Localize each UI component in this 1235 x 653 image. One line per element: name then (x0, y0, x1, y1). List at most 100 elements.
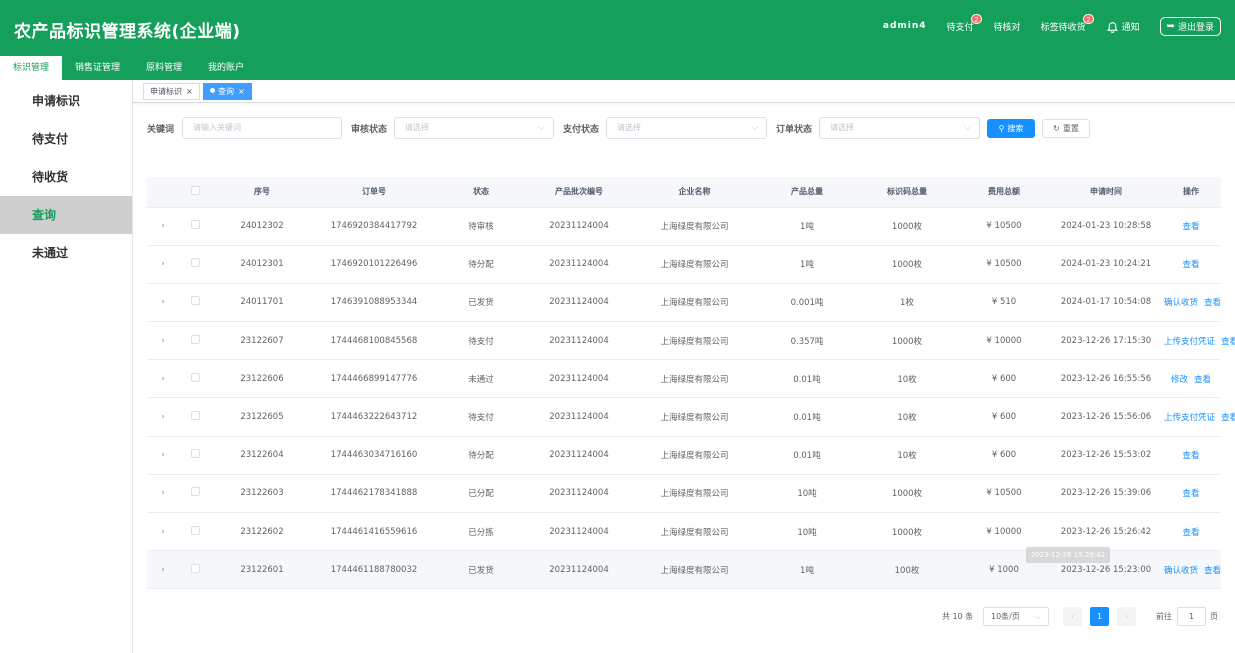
op-link[interactable]: 查看 (1182, 528, 1199, 538)
row-checkbox[interactable] (191, 449, 200, 459)
reset-button[interactable]: ↻ 重置 (1042, 119, 1090, 138)
op-link[interactable]: 查看 (1221, 337, 1235, 347)
menu-item-my-account[interactable]: 我的账户 (195, 56, 257, 80)
next-page-button[interactable]: › (1117, 607, 1136, 626)
sidebar-item-rejected[interactable]: 未通过 (0, 234, 132, 272)
expand-cell[interactable]: › (147, 512, 179, 552)
pay-status-label: 支付状态 (563, 124, 600, 135)
expand-cell[interactable]: › (147, 550, 179, 590)
expand-cell[interactable]: › (147, 436, 179, 475)
select-cell (179, 550, 212, 590)
row-checkbox[interactable] (191, 525, 200, 535)
op-link[interactable]: 查看 (1204, 298, 1221, 308)
cell-batch: 20231124004 (526, 359, 632, 399)
tag-apply[interactable]: 申请标识 × (143, 83, 200, 100)
op-link[interactable]: 确认收货 (1164, 298, 1198, 308)
menu-item-sales-cert[interactable]: 销售证管理 (62, 56, 133, 80)
sidebar-item-apply[interactable]: 申请标识 (0, 82, 132, 120)
row-checkbox[interactable] (191, 411, 200, 421)
cell-company: 上海绿度有限公司 (632, 321, 757, 361)
op-link[interactable]: 查看 (1182, 260, 1199, 270)
row-checkbox[interactable] (191, 258, 200, 268)
sidebar-item-pending-receipt[interactable]: 待收货 (0, 158, 132, 196)
table-row: › 23122606 1744466899147776 未通过 20231124004 上… (147, 359, 1221, 399)
op-link[interactable]: 查看 (1204, 566, 1221, 576)
op-link[interactable]: 修改 (1171, 375, 1188, 385)
cell-qty: 0.01吨 (757, 359, 857, 399)
notify-link[interactable]: 通知 (1106, 20, 1140, 33)
keyword-input[interactable]: 请输入关键词 (182, 117, 342, 139)
cell-company: 上海绿度有限公司 (632, 436, 757, 475)
select-all-checkbox[interactable] (191, 186, 200, 196)
table-row: › 23122604 1744463034716160 待分配 20231124004 上… (147, 436, 1221, 475)
sidebar-item-query[interactable]: 查询 (0, 196, 132, 234)
page-unit-label: 页 (1210, 612, 1218, 621)
op-link[interactable]: 上传支付凭证 (1164, 413, 1215, 423)
expand-cell[interactable]: › (147, 283, 179, 323)
cell-fee: ¥ 600 (957, 436, 1051, 475)
cell-no: 23122604 (212, 436, 312, 475)
logout-button[interactable]: ➥ 退出登录 (1159, 16, 1221, 36)
op-link[interactable]: 上传支付凭证 (1164, 337, 1215, 347)
row-checkbox[interactable] (191, 372, 200, 382)
search-button[interactable]: ⚲ 搜索 (987, 119, 1035, 138)
row-checkbox[interactable] (191, 220, 200, 230)
expand-cell[interactable]: › (147, 207, 179, 246)
op-link[interactable]: 查看 (1194, 375, 1211, 385)
cell-ops: 查看 (1161, 245, 1221, 284)
chevron-right-icon[interactable]: › (161, 488, 165, 498)
chevron-right-icon[interactable]: › (161, 336, 165, 346)
col-header-status: 状态 (436, 177, 526, 208)
expand-cell[interactable]: › (147, 359, 179, 399)
cell-ops: 查看 (1161, 207, 1221, 246)
cell-no: 23122603 (212, 474, 312, 514)
chevron-right-icon[interactable]: › (161, 412, 165, 422)
expand-cell[interactable]: › (147, 321, 179, 361)
menu-item-materials[interactable]: 原料管理 (133, 56, 195, 80)
goto-page-input[interactable]: 1 (1177, 607, 1206, 626)
review-status-select[interactable]: 请选择 ⌵ (394, 117, 554, 139)
cell-time: 2023-12-26 15:39:06 (1051, 474, 1161, 514)
menu-item-label-mgmt[interactable]: 标识管理 (0, 56, 63, 80)
chevron-right-icon[interactable]: › (161, 527, 165, 537)
chevron-right-icon[interactable]: › (161, 450, 165, 460)
prev-page-button[interactable]: ‹ (1063, 607, 1082, 626)
cell-batch: 20231124004 (526, 550, 632, 590)
close-icon[interactable]: × (186, 87, 193, 96)
pay-status-select[interactable]: 请选择 ⌵ (606, 117, 767, 139)
op-link[interactable]: 查看 (1182, 222, 1199, 232)
chevron-right-icon[interactable]: › (161, 565, 165, 575)
chevron-right-icon[interactable]: › (161, 297, 165, 307)
sidebar-item-pending-payment[interactable]: 待支付 (0, 120, 132, 158)
pending-review-link[interactable]: 待核对 (994, 20, 1021, 33)
tag-apply-label: 申请标识 (150, 87, 182, 96)
expand-cell[interactable]: › (147, 474, 179, 514)
page-size-select[interactable]: 10条/页 ⌵ (983, 607, 1049, 626)
col-header-time: 申请时间 (1051, 177, 1161, 208)
cell-status: 已发货 (436, 550, 526, 590)
tag-query[interactable]: 查询 × (203, 83, 252, 100)
op-link[interactable]: 查看 (1182, 489, 1199, 499)
row-checkbox[interactable] (191, 296, 200, 306)
row-checkbox[interactable] (191, 334, 200, 344)
order-status-select[interactable]: 请选择 ⌵ (819, 117, 980, 139)
select-cell (179, 245, 212, 284)
close-icon[interactable]: × (238, 87, 245, 96)
chevron-right-icon[interactable]: › (161, 221, 165, 231)
select-cell (179, 436, 212, 475)
chevron-right-icon[interactable]: › (161, 374, 165, 384)
op-link[interactable]: 查看 (1182, 451, 1199, 461)
chevron-right-icon[interactable]: › (161, 259, 165, 269)
pending-payment-link[interactable]: 待支付 2 (947, 13, 982, 33)
label-receipt-link[interactable]: 标签待收货 2 (1041, 13, 1094, 33)
op-link[interactable]: 确认收货 (1164, 566, 1198, 576)
row-checkbox[interactable] (191, 487, 200, 497)
cell-batch: 20231124004 (526, 321, 632, 361)
sidebar: 申请标识 待支付 待收货 查询 未通过 (0, 80, 133, 653)
row-checkbox[interactable] (191, 563, 200, 573)
expand-cell[interactable]: › (147, 245, 179, 284)
page-1-button[interactable]: 1 (1090, 607, 1109, 626)
expand-cell[interactable]: › (147, 397, 179, 437)
op-link[interactable]: 查看 (1221, 413, 1235, 423)
username[interactable]: admin4 (883, 21, 927, 31)
